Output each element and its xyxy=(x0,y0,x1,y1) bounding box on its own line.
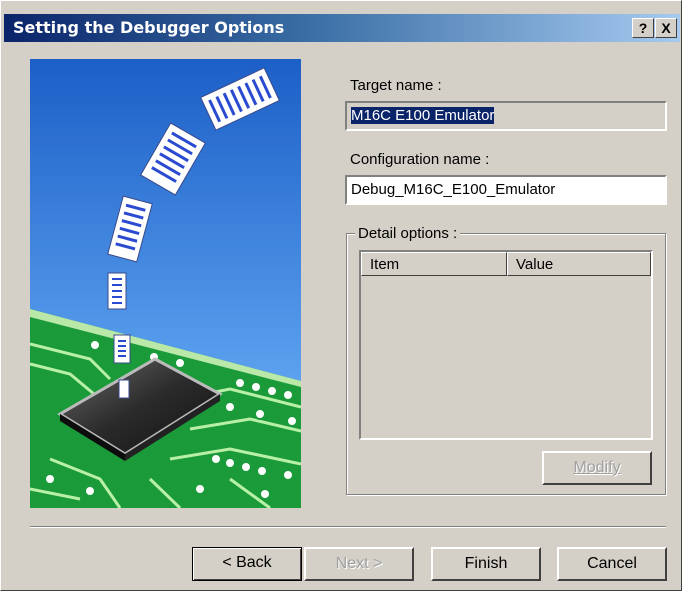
debugger-options-dialog: Setting the Debugger Options ? X Target … xyxy=(0,0,682,591)
configuration-name-input[interactable]: Debug_M16C_E100_Emulator xyxy=(345,175,667,205)
wizard-illustration xyxy=(30,59,301,508)
detail-options-list[interactable]: Item Value xyxy=(359,250,653,440)
next-button[interactable]: Next > xyxy=(304,547,414,581)
configuration-name-label: Configuration name : xyxy=(350,151,490,168)
dialog-title: Setting the Debugger Options xyxy=(13,18,285,37)
title-bar[interactable]: Setting the Debugger Options ? X xyxy=(4,14,680,42)
separator-line xyxy=(30,526,666,528)
cancel-button[interactable]: Cancel xyxy=(557,547,667,581)
target-name-field[interactable]: M16C E100 Emulator xyxy=(345,101,667,131)
target-name-label: Target name : xyxy=(350,77,442,94)
target-name-value: M16C E100 Emulator xyxy=(351,107,495,124)
help-button[interactable]: ? xyxy=(632,18,654,38)
modify-button-label: Modify xyxy=(573,459,621,476)
column-header-value[interactable]: Value xyxy=(507,252,651,276)
detail-options-label: Detail options : xyxy=(355,225,461,242)
modify-button[interactable]: Modify xyxy=(542,451,652,485)
back-button[interactable]: < Back xyxy=(192,547,302,581)
close-button[interactable]: X xyxy=(655,18,677,38)
column-header-item[interactable]: Item xyxy=(361,252,507,276)
finish-button[interactable]: Finish xyxy=(431,547,541,581)
